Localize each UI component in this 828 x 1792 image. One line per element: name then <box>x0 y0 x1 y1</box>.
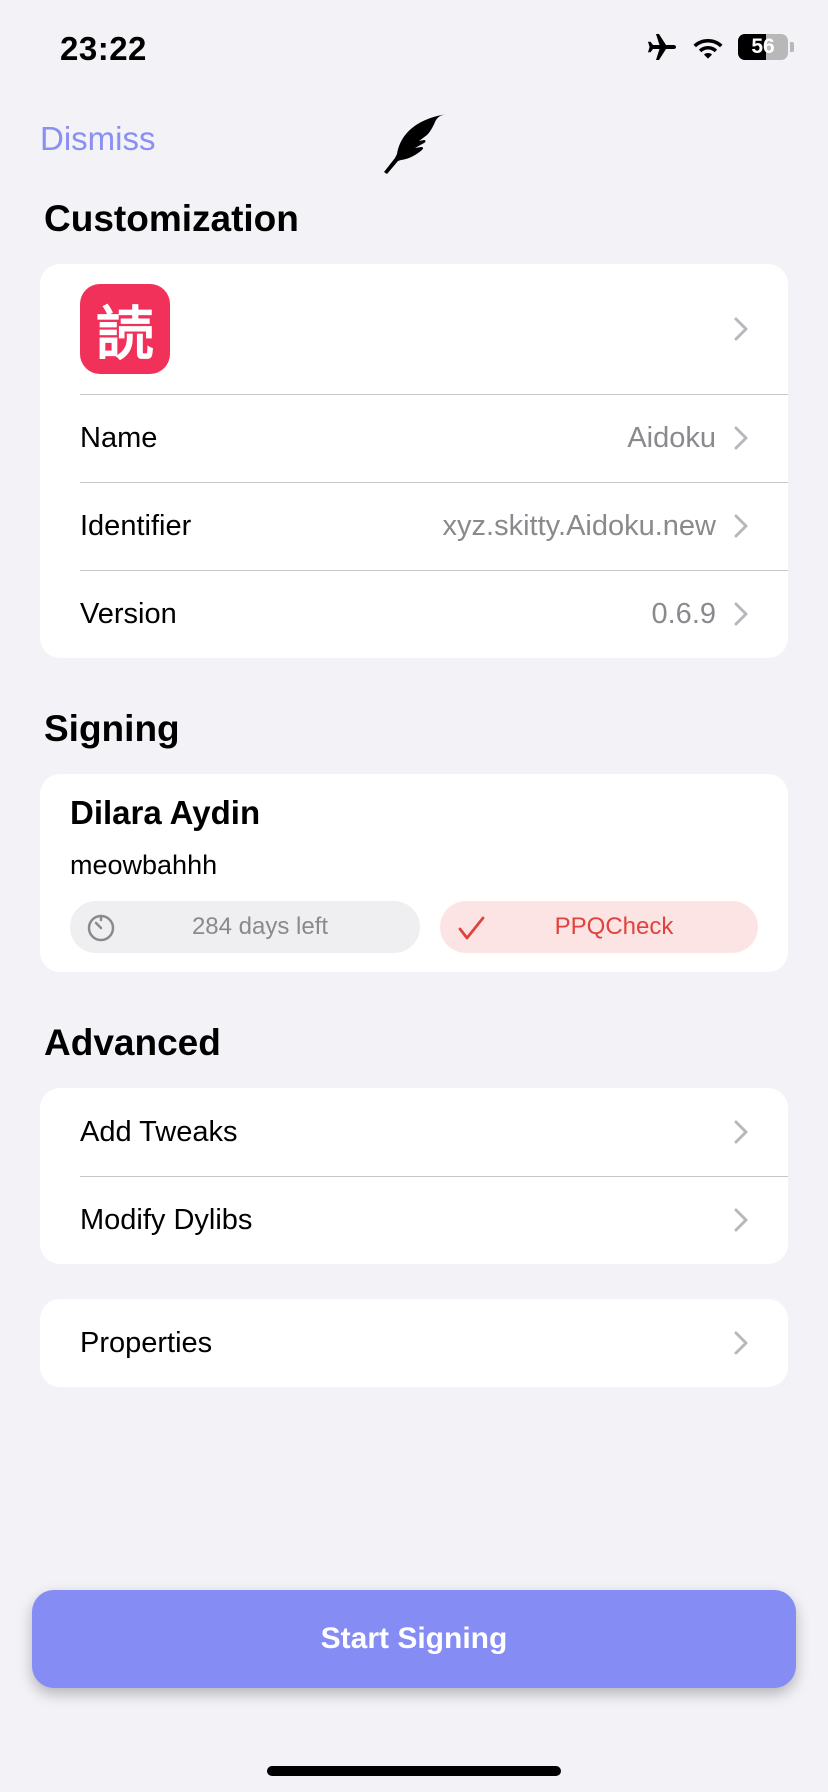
advanced-card: Add Tweaks Modify Dylibs <box>40 1088 788 1264</box>
battery-cap <box>790 42 794 52</box>
start-signing-button[interactable]: Start Signing <box>32 1590 796 1688</box>
properties-row[interactable]: Properties <box>40 1299 788 1387</box>
dismiss-button[interactable]: Dismiss <box>40 120 155 158</box>
chevron-right-icon <box>734 514 748 538</box>
app-icon-cell: 読 <box>80 284 734 374</box>
expiry-pill: 284 days left <box>70 901 420 953</box>
app-icon-row[interactable]: 読 <box>40 264 788 394</box>
app-icon-glyph: 読 <box>95 300 154 368</box>
add-tweaks-label: Add Tweaks <box>80 1115 238 1148</box>
airplane-icon <box>648 34 676 60</box>
ppq-check-pill: PPQCheck <box>440 901 758 953</box>
signing-screen: 23:22 56 Dismiss Customization 読 Name Ai… <box>0 0 828 1792</box>
modify-dylibs-row[interactable]: Modify Dylibs <box>40 1176 788 1264</box>
customization-card: 読 Name Aidoku Identifier xyz.skitty.Aido… <box>40 264 788 658</box>
signing-title: Signing <box>44 708 180 749</box>
chevron-right-icon <box>734 426 748 450</box>
chevron-right-icon <box>734 1331 748 1355</box>
identifier-label: Identifier <box>80 509 192 542</box>
battery-level: 56 <box>751 35 775 58</box>
timer-icon <box>87 914 115 942</box>
version-value: 0.6.9 <box>651 597 717 630</box>
chevron-right-icon <box>734 1120 748 1144</box>
certificate-subtitle: meowbahhh <box>70 850 218 880</box>
version-row[interactable]: Version 0.6.9 <box>40 570 788 658</box>
version-label: Version <box>80 597 177 630</box>
add-tweaks-row[interactable]: Add Tweaks <box>40 1088 788 1176</box>
customization-title: Customization <box>44 198 299 239</box>
battery-icon: 56 <box>738 34 788 60</box>
name-label: Name <box>80 421 158 454</box>
feather-icon <box>384 114 448 174</box>
modify-dylibs-label: Modify Dylibs <box>80 1203 253 1236</box>
chevron-right-icon <box>734 317 748 341</box>
ppq-check-text: PPQCheck <box>554 913 674 940</box>
days-left-text: 284 days left <box>191 913 329 940</box>
checkmark-icon <box>458 916 485 940</box>
app-icon: 読 <box>80 284 170 374</box>
properties-card: Properties <box>40 1299 788 1387</box>
chevron-right-icon <box>734 602 748 626</box>
home-indicator[interactable] <box>267 1766 561 1776</box>
status-time: 23:22 <box>60 30 147 67</box>
identifier-value: xyz.skitty.Aidoku.new <box>442 509 716 542</box>
chevron-right-icon <box>734 1208 748 1232</box>
certificate-card[interactable]: Dilara Aydin meowbahhh 284 days left PPQ… <box>40 774 788 972</box>
identifier-row[interactable]: Identifier xyz.skitty.Aidoku.new <box>40 482 788 570</box>
properties-label: Properties <box>80 1326 213 1359</box>
name-row[interactable]: Name Aidoku <box>40 394 788 482</box>
wifi-icon <box>693 39 723 59</box>
status-icons: 56 <box>646 32 794 62</box>
name-value: Aidoku <box>627 421 716 454</box>
certificate-name: Dilara Aydin <box>70 794 261 831</box>
certificate-pills: 284 days left PPQCheck <box>70 901 758 953</box>
status-bar: 23:22 56 <box>0 0 828 100</box>
advanced-title: Advanced <box>44 1022 221 1063</box>
